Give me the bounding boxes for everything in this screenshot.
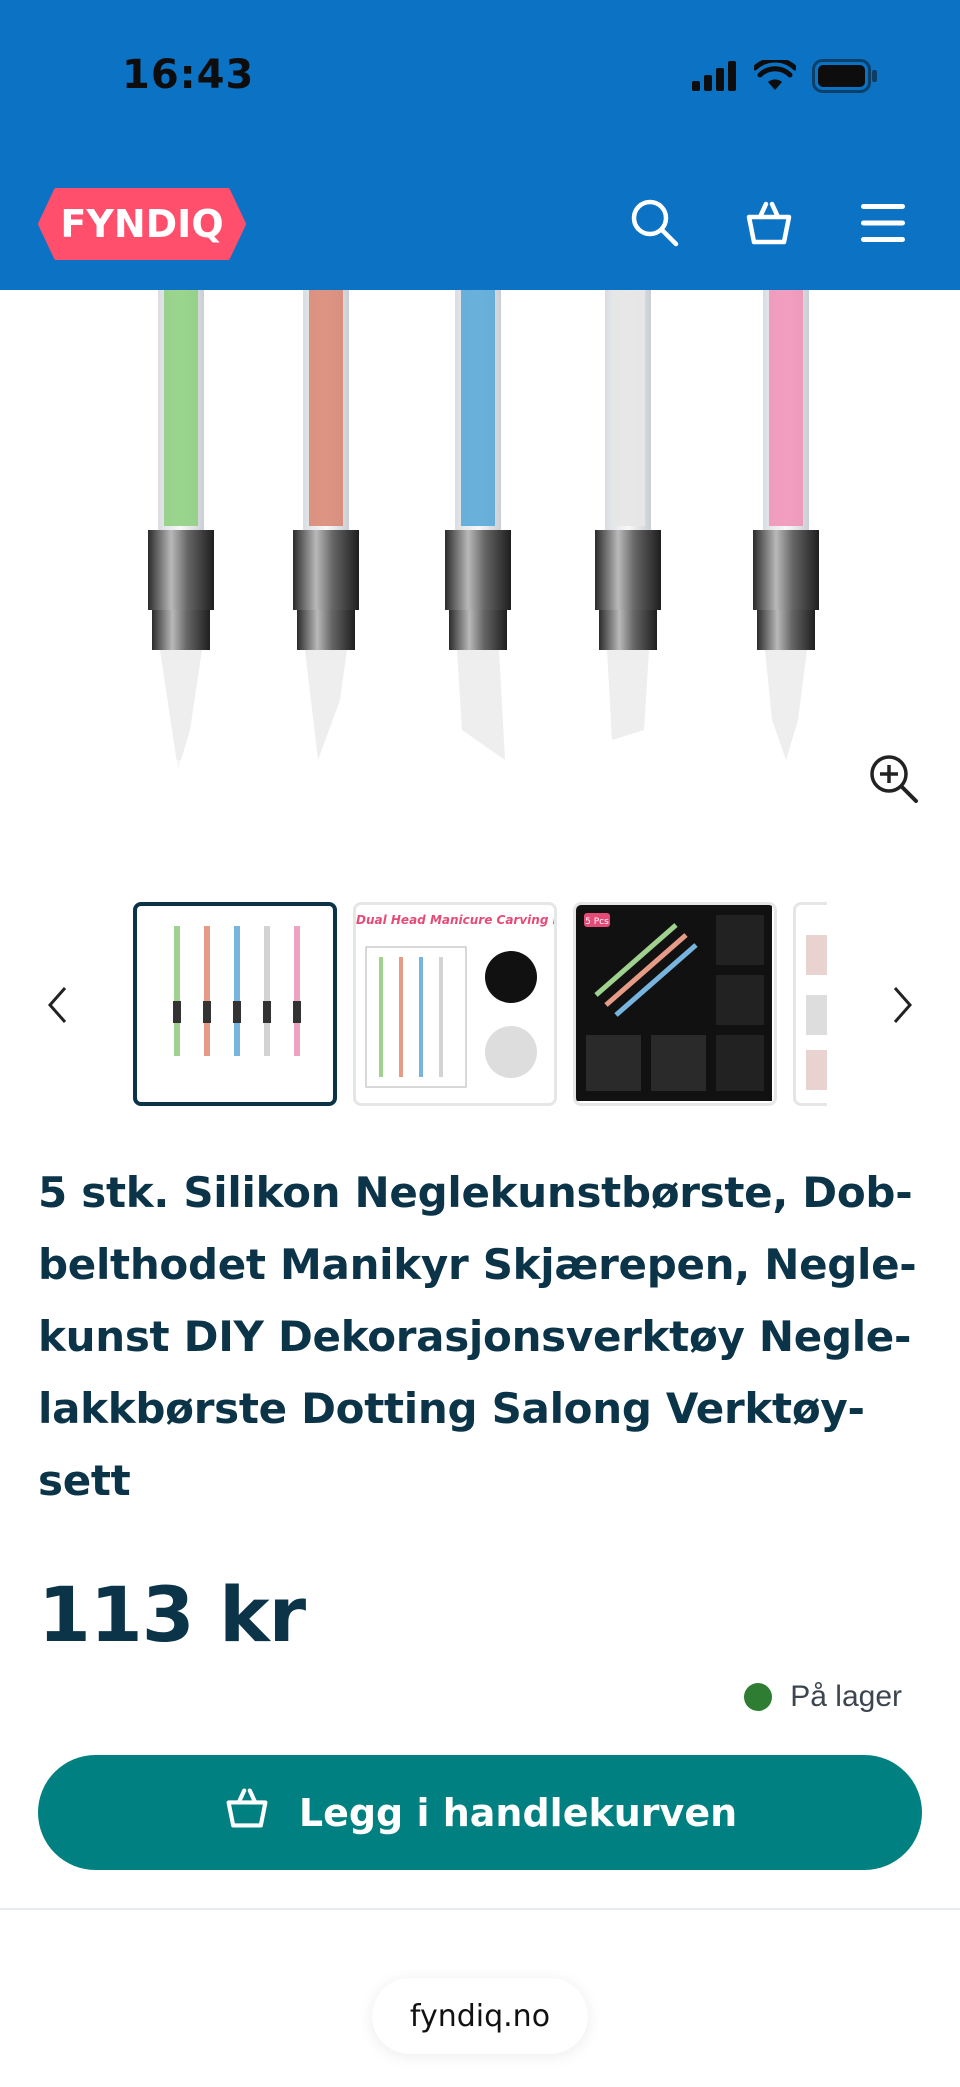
app-header: 16:43 FYNDIQ (0, 0, 960, 290)
menu-icon[interactable] (853, 193, 913, 253)
logo-text: FYNDIQ (60, 202, 223, 246)
title-line: 5 stk. Silikon Neglekunstbørste, Dob- (38, 1168, 913, 1217)
title-line: lakkbørste Dotting Salong Verktøy- (38, 1384, 865, 1433)
title-line: kunst DIY Dekorasjonsverktøy Negle- (38, 1312, 912, 1361)
stock-status: På lager (744, 1680, 902, 1714)
wifi-icon (752, 57, 798, 96)
product-image[interactable] (0, 290, 960, 850)
thumbnail-badge: 5 Pcs (585, 917, 609, 927)
chevron-right-icon[interactable] (878, 970, 928, 1040)
thumbnail-1[interactable] (133, 902, 337, 1106)
status-time: 16:43 (122, 52, 255, 98)
fyndiq-logo[interactable]: FYNDIQ (38, 186, 246, 262)
browser-url-bar[interactable]: fyndiq.no (372, 1978, 588, 2054)
product-title: 5 stk. Silikon Neglekunstbørste, Dob- be… (38, 1157, 918, 1517)
chevron-left-icon[interactable] (32, 970, 82, 1040)
thumbnail-caption: Dual Head Manicure Carving Pen (356, 913, 557, 927)
stock-label: På lager (790, 1680, 902, 1713)
divider (0, 1908, 960, 1910)
add-to-cart-button[interactable]: Legg i handlekurven (38, 1755, 922, 1870)
search-icon[interactable] (625, 193, 685, 253)
cellular-signal-icon (692, 61, 738, 95)
basket-icon[interactable] (739, 193, 799, 253)
add-to-cart-label: Legg i handlekurven (298, 1790, 738, 1835)
thumbnail-3[interactable]: 5 Pcs (573, 902, 777, 1106)
battery-icon (812, 59, 878, 97)
title-line: belthodet Manikyr Skjærepen, Negle- (38, 1240, 917, 1289)
thumbnail-2[interactable]: Dual Head Manicure Carving Pen (353, 902, 557, 1106)
title-line: sett (38, 1456, 131, 1505)
zoom-in-icon[interactable] (862, 747, 926, 811)
basket-icon (223, 1785, 271, 1840)
status-icons (692, 57, 878, 98)
product-price: 113 kr (38, 1570, 306, 1659)
thumbnail-strip: Dual Head Manicure Carving Pen 5 Pcs (133, 900, 827, 1110)
thumbnail-4[interactable] (793, 902, 827, 1106)
stock-indicator-icon (744, 1683, 773, 1711)
